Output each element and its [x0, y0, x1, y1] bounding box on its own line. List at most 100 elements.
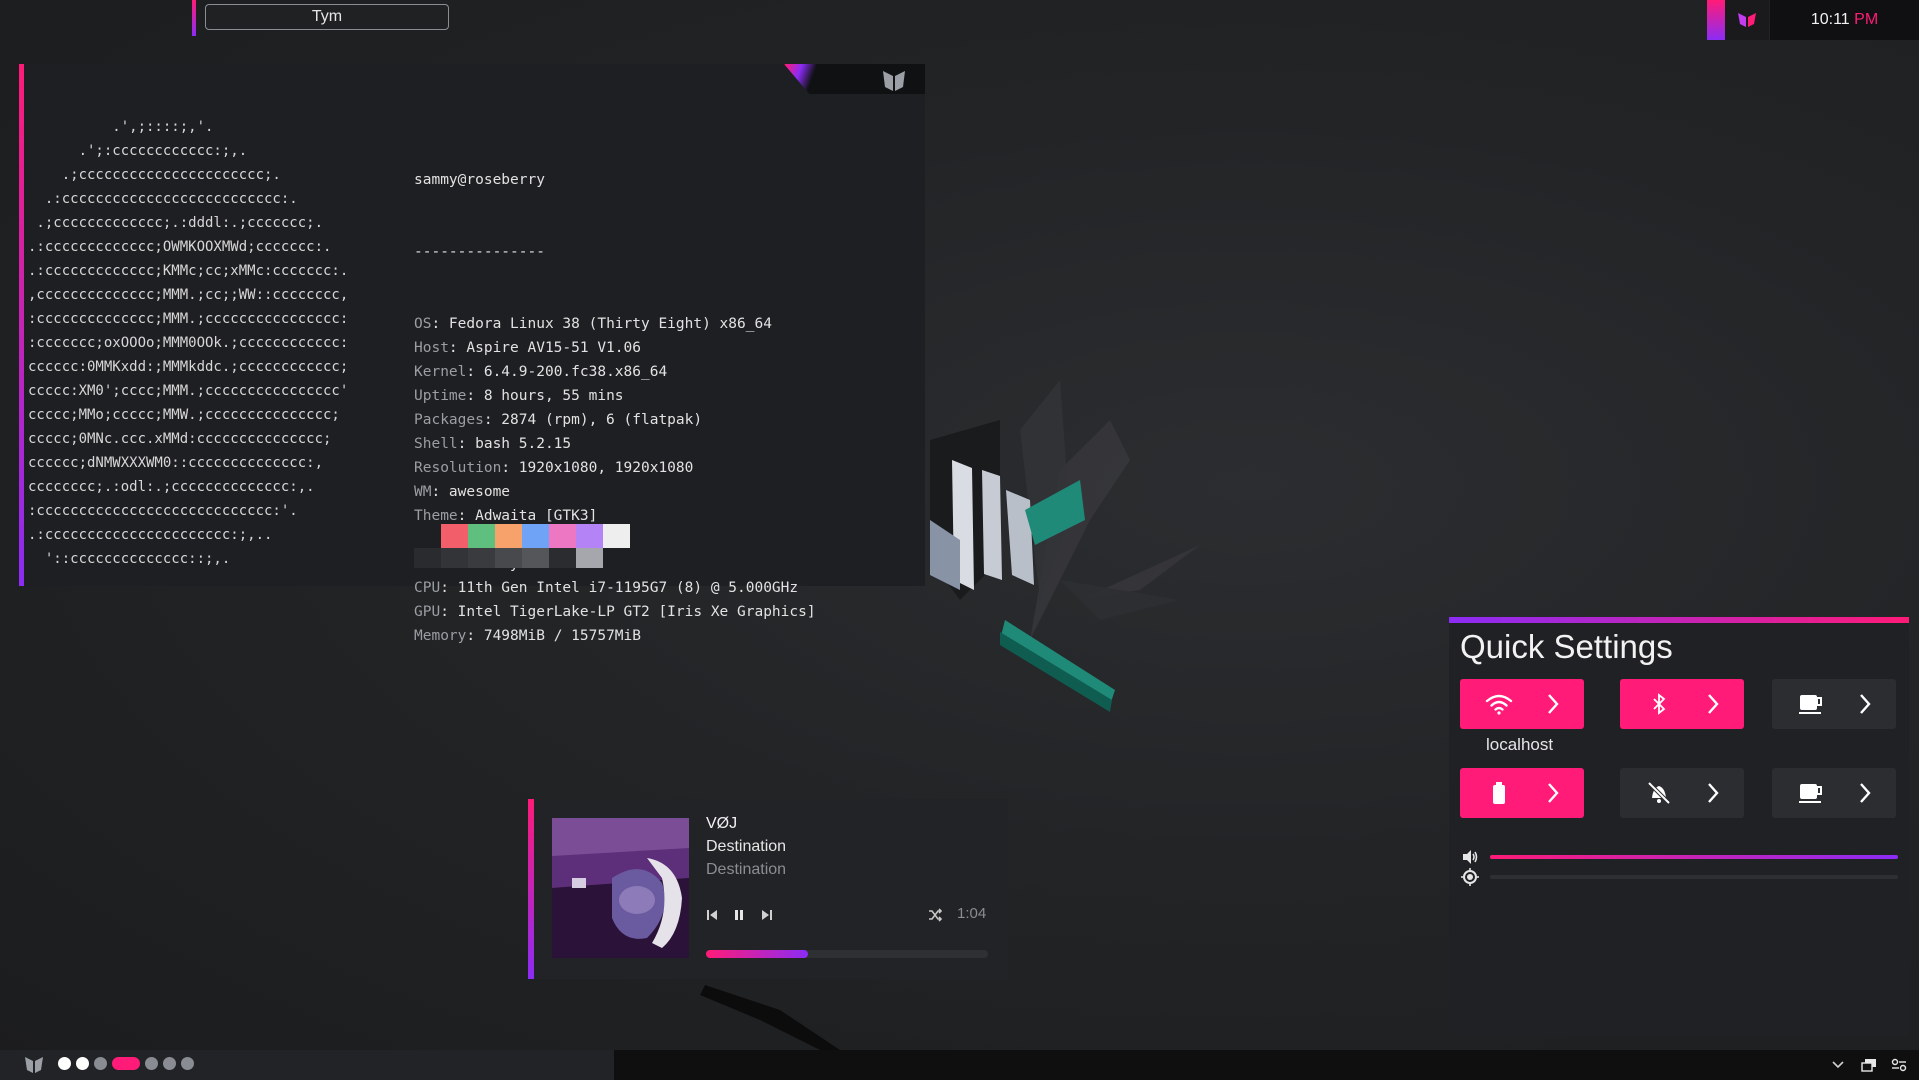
workspace-tag[interactable] — [112, 1057, 140, 1070]
settings-toggle-icon — [1891, 1058, 1907, 1072]
fetch-ascii-logo: .',;::::;,'. .';:cccccccccccc:;,. .;cccc… — [28, 119, 349, 567]
volume-icon — [1460, 847, 1480, 867]
tray-accent — [1707, 0, 1725, 40]
launcher-button[interactable] — [1725, 0, 1769, 40]
bluetooth-icon — [1653, 693, 1666, 715]
fetch-info-row: Memory: 7498MiB / 15757MiB — [414, 624, 816, 648]
battery-icon — [1493, 782, 1505, 804]
clock-ampm: PM — [1854, 11, 1879, 28]
shuffle-button[interactable] — [925, 905, 945, 925]
screens-icon — [1861, 1059, 1876, 1072]
fetch-info-value: : Intel TigerLake-LP GT2 [Iris Xe Graphi… — [440, 604, 816, 620]
fetch-user-host: sammy@roseberry — [414, 172, 545, 188]
bluetooth-toggle[interactable] — [1620, 679, 1744, 729]
fetch-info-key: Resolution — [414, 460, 502, 476]
pause-icon — [735, 910, 743, 920]
fetch-separator: --------------- — [414, 244, 545, 260]
workspace-tag[interactable] — [94, 1057, 107, 1070]
fetch-info-key: Theme — [414, 508, 458, 524]
fetch-info-row: Host: Aspire AV15-51 V1.06 — [414, 336, 816, 360]
brightness-slider[interactable] — [1490, 875, 1898, 879]
previous-button[interactable] — [702, 905, 722, 925]
fetch-info: sammy@roseberry --------------- OS: Fedo… — [414, 120, 816, 672]
track-progress-fill — [706, 950, 808, 958]
fetch-info-row: Uptime: 8 hours, 55 mins — [414, 384, 816, 408]
fetch-info-key: Kernel — [414, 364, 467, 380]
play-pause-button[interactable] — [729, 905, 749, 925]
workspace-tag[interactable] — [58, 1057, 71, 1070]
tray-expand-button[interactable] — [1828, 1055, 1848, 1075]
fetch-info-row: OS: Fedora Linux 38 (Thirty Eight) x86_6… — [414, 312, 816, 336]
track-progress-bar[interactable] — [706, 950, 988, 958]
fetch-info-value: : Aspire AV15-51 V1.06 — [448, 340, 641, 356]
layout-button[interactable] — [1859, 1055, 1879, 1075]
volume-slider[interactable] — [1490, 855, 1898, 859]
awesome-logo-icon — [1738, 13, 1756, 27]
palette-swatch — [414, 548, 441, 568]
fetch-info-value: : 1920x1080, 1920x1080 — [501, 460, 694, 476]
track-title: Destination — [706, 838, 787, 855]
fetch-info-value: : bash 5.2.15 — [457, 436, 572, 452]
fetch-info-row: CPU: 11th Gen Intel i7-1195G7 (8) @ 5.00… — [414, 576, 816, 600]
quick-settings-button[interactable] — [1889, 1055, 1909, 1075]
fetch-info-key: GPU — [414, 604, 441, 620]
fetch-info-key: Uptime — [414, 388, 467, 404]
fetch-info-key: WM — [414, 484, 432, 500]
coffee-cup-icon — [1799, 695, 1822, 714]
brightness-icon — [1460, 867, 1480, 887]
caffeine-toggle-2[interactable] — [1772, 768, 1896, 818]
chevron-right-icon — [1860, 694, 1871, 714]
previous-icon — [707, 910, 717, 920]
palette-swatch — [495, 548, 522, 568]
fetch-info-row: WM: awesome — [414, 480, 816, 504]
shuffle-icon — [929, 908, 943, 922]
palette-swatch — [468, 524, 495, 548]
palette-swatch — [522, 524, 549, 548]
chevron-right-icon — [1548, 783, 1559, 803]
awesome-logo-icon[interactable] — [24, 1056, 44, 1074]
caffeine-toggle[interactable] — [1772, 679, 1896, 729]
fetch-info-key: OS — [414, 316, 432, 332]
focused-task-title[interactable]: Tym — [205, 4, 449, 30]
fetch-info-key: Memory — [414, 628, 467, 644]
fetch-info-value: : 11th Gen Intel i7-1195G7 (8) @ 5.000GH… — [440, 580, 799, 596]
workspace-tag[interactable] — [163, 1057, 176, 1070]
fetch-info-key: Packages — [414, 412, 484, 428]
palette-swatch — [414, 524, 441, 548]
palette-swatch — [549, 524, 576, 548]
album-cover — [552, 818, 689, 958]
next-button[interactable] — [757, 905, 777, 925]
workspace-tags — [58, 1057, 194, 1070]
fetch-info-value: : 8 hours, 55 mins — [466, 388, 624, 404]
focused-task-indicator — [192, 0, 196, 36]
wifi-network-name: localhost — [1486, 735, 1554, 754]
chevron-right-icon — [1708, 783, 1719, 803]
fetch-info-row: Kernel: 6.4.9-200.fc38.x86_64 — [414, 360, 816, 384]
clock-time: 10:11 — [1810, 11, 1850, 28]
chevron-right-icon — [1548, 694, 1559, 714]
chevron-down-icon — [1832, 1061, 1844, 1069]
workspace-tag[interactable] — [181, 1057, 194, 1070]
color-palette — [414, 524, 630, 568]
wifi-toggle[interactable] — [1460, 679, 1584, 729]
fetch-info-row: Resolution: 1920x1080, 1920x1080 — [414, 456, 816, 480]
palette-swatch — [522, 548, 549, 568]
palette-swatch — [495, 524, 522, 548]
bottom-bar-right — [614, 1050, 1919, 1080]
fetch-info-row: Packages: 2874 (rpm), 6 (flatpak) — [414, 408, 816, 432]
track-position: 1:04 — [957, 905, 987, 922]
do-not-disturb-toggle[interactable] — [1620, 768, 1744, 818]
palette-swatch — [468, 548, 495, 568]
palette-swatch — [603, 524, 630, 548]
workspace-tag[interactable] — [145, 1057, 158, 1070]
battery-toggle[interactable] — [1460, 768, 1584, 818]
clock[interactable]: 10:11 PM — [1770, 0, 1919, 40]
palette-swatch — [603, 548, 630, 568]
palette-swatch — [576, 548, 603, 568]
track-artist: VØJ — [706, 815, 738, 832]
workspace-tag[interactable] — [76, 1057, 89, 1070]
fetch-info-key: CPU — [414, 580, 441, 596]
next-icon — [762, 910, 772, 920]
track-album: Destination — [706, 861, 787, 878]
palette-swatch — [441, 548, 468, 568]
